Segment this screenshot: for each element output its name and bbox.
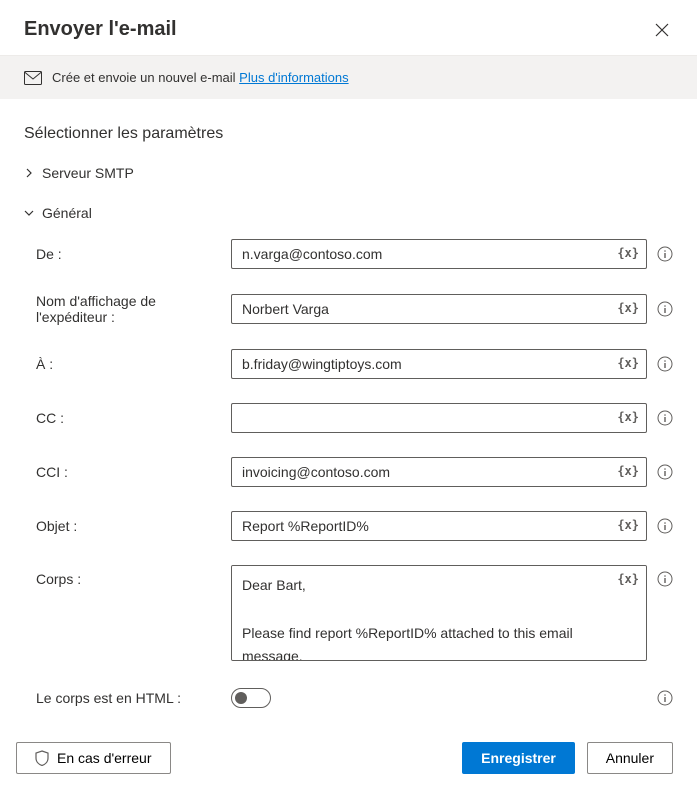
section-title: Sélectionner les paramètres [24,125,673,143]
info-icon[interactable] [657,464,673,480]
close-icon [655,23,669,37]
body-input[interactable] [231,565,647,661]
info-bar-text: Crée et envoie un nouvel e-mail [52,70,239,85]
chevron-down-icon [24,208,34,218]
cc-label: CC : [36,410,221,426]
info-icon[interactable] [657,410,673,426]
variable-picker-icon[interactable]: {x} [617,410,639,424]
mail-icon [24,71,42,85]
on-error-label: En cas d'erreur [57,750,152,766]
more-info-link[interactable]: Plus d'informations [239,70,348,85]
body-label: Corps : [36,565,221,587]
cancel-button[interactable]: Annuler [587,742,673,774]
variable-picker-icon[interactable]: {x} [617,464,639,478]
close-button[interactable] [651,19,673,41]
bcc-input[interactable] [231,457,647,487]
variable-picker-icon[interactable]: {x} [617,301,639,315]
variable-picker-icon[interactable]: {x} [617,246,639,260]
info-icon[interactable] [657,690,673,706]
variable-picker-icon[interactable]: {x} [617,356,639,370]
variable-picker-icon[interactable]: {x} [617,518,639,532]
group-smtp[interactable]: Serveur SMTP [24,159,673,187]
info-icon[interactable] [657,246,673,262]
bcc-label: CCI : [36,464,221,480]
from-label: De : [36,246,221,262]
group-smtp-label: Serveur SMTP [42,165,134,181]
body-html-label: Le corps est en HTML : [36,690,221,706]
info-icon[interactable] [657,301,673,317]
dialog-title: Envoyer l'e-mail [24,18,177,41]
info-bar: Crée et envoie un nouvel e-mail Plus d'i… [0,56,697,99]
subject-label: Objet : [36,518,221,534]
to-label: À : [36,356,221,372]
info-icon[interactable] [657,565,673,587]
display-name-label: Nom d'affichage de l'expéditeur : [36,293,221,325]
variable-picker-icon[interactable]: {x} [617,572,639,586]
from-input[interactable] [231,239,647,269]
group-general-label: Général [42,205,92,221]
cc-input[interactable] [231,403,647,433]
group-general[interactable]: Général [24,199,673,227]
subject-input[interactable] [231,511,647,541]
to-input[interactable] [231,349,647,379]
info-icon[interactable] [657,356,673,372]
info-icon[interactable] [657,518,673,534]
save-button[interactable]: Enregistrer [462,742,575,774]
chevron-right-icon [24,168,34,178]
on-error-button[interactable]: En cas d'erreur [16,742,171,774]
body-html-toggle[interactable] [231,688,271,708]
display-name-input[interactable] [231,294,647,324]
shield-icon [35,750,49,766]
